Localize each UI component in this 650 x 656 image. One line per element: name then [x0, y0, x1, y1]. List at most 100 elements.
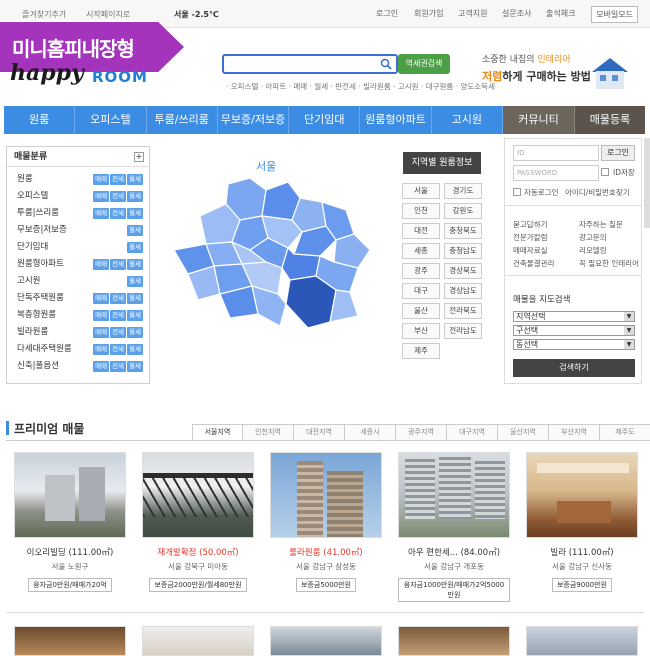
search-icon[interactable] [380, 58, 392, 70]
region-button[interactable]: 충청북도 [444, 223, 482, 239]
category-tag[interactable]: 전세 [110, 361, 127, 372]
nav-tworoom[interactable]: 투룸/쓰리룸 [147, 106, 218, 134]
region-button[interactable]: 경상남도 [444, 283, 482, 299]
category-tag[interactable]: 전세 [110, 174, 127, 185]
find-account-link[interactable]: 아이디/비밀번호찾기 [565, 187, 630, 198]
password-field[interactable]: PASSWORD [513, 165, 599, 181]
listing-title[interactable]: 아우 편한세... (84.00㎡) [396, 546, 512, 558]
category-item[interactable]: 오피스텔 매매 전세 월세 [7, 188, 149, 205]
premium-tab[interactable]: 인천지역 [243, 424, 294, 441]
search-keywords[interactable]: · 오피스텔 · 아파트 · 매매 · 월세 · 반전세 · 빌라원룸 · 고시… [226, 81, 495, 92]
region-info-button[interactable]: 지역별 원룸정보 [403, 152, 481, 174]
faq-link[interactable]: 자주하는 질문 [579, 219, 623, 230]
category-tag[interactable]: 월세 [127, 225, 143, 236]
category-tag[interactable]: 전세 [110, 327, 127, 338]
homepage-link[interactable]: 시작페이지로 [86, 9, 130, 20]
premium-tab[interactable]: 부산지역 [549, 424, 600, 441]
category-tag[interactable]: 월세 [127, 327, 143, 338]
nav-community[interactable]: 커뮤니티 [502, 106, 575, 134]
category-tag[interactable]: 매매 [93, 361, 110, 372]
listing-card[interactable]: 이오리빌딩 (111.00㎡) 서울 노원구 융자금0만원/매매가20억 [12, 452, 128, 592]
listing-title[interactable]: 이오리빌딩 (111.00㎡) [12, 546, 128, 558]
region-select[interactable]: 지역선택 [513, 311, 635, 322]
map-search-button[interactable]: 검색하기 [513, 359, 635, 377]
site-logo-sub[interactable]: ROOM [92, 68, 148, 86]
category-tag[interactable]: 매매 [93, 191, 110, 202]
category-item[interactable]: 고시원 월세 [7, 273, 149, 290]
nav-register[interactable]: 매물등록 [574, 106, 645, 134]
category-tag[interactable]: 전세 [110, 310, 127, 321]
premium-tab[interactable]: 광주지역 [396, 424, 447, 441]
qa-link[interactable]: 묻고답하기 [513, 219, 548, 230]
category-tag[interactable]: 월세 [127, 208, 143, 219]
category-item[interactable]: 단기임대 월세 [7, 239, 149, 256]
category-tag[interactable]: 전세 [110, 208, 127, 219]
scrollbar[interactable] [644, 138, 650, 228]
remodel-link[interactable]: 리모델링 [579, 245, 607, 256]
region-button[interactable]: 경기도 [444, 183, 482, 199]
region-button[interactable]: 부산 [402, 323, 440, 339]
map-district[interactable] [251, 285, 287, 327]
category-tag[interactable]: 월세 [127, 293, 143, 304]
category-item[interactable]: 단독주택원룸 매매 전세 월세 [7, 290, 149, 307]
nav-oneroom[interactable]: 원룸 [4, 106, 76, 134]
site-logo[interactable]: happy [10, 60, 84, 86]
category-tag[interactable]: 월세 [127, 242, 143, 253]
category-item[interactable]: 투룸|쓰리룸 매매 전세 월세 [7, 205, 149, 222]
auto-login-checkbox[interactable] [513, 188, 521, 196]
region-button[interactable]: 세종 [402, 243, 440, 259]
premium-tab[interactable]: 대구지역 [447, 424, 498, 441]
id-field[interactable]: ID [513, 145, 599, 161]
category-tag[interactable]: 매매 [93, 327, 110, 338]
region-button[interactable]: 전라남도 [444, 323, 482, 339]
category-tag[interactable]: 월세 [127, 276, 143, 287]
signup-link[interactable]: 회원가입 [414, 8, 443, 19]
listing-photo[interactable] [14, 452, 126, 538]
category-tag[interactable]: 월세 [127, 310, 143, 321]
premium-tab[interactable]: 서울지역 [192, 424, 243, 441]
category-tag[interactable]: 월세 [127, 361, 143, 372]
category-item[interactable]: 원룸형아파트 매매 전세 월세 [7, 256, 149, 273]
search-input[interactable] [222, 54, 398, 74]
column-link[interactable]: 전문가칼럼 [513, 232, 548, 243]
nav-officetel[interactable]: 오피스텔 [75, 106, 147, 134]
category-tag[interactable]: 월세 [127, 191, 143, 202]
region-button[interactable]: 전라북도 [444, 303, 482, 319]
listing-photo[interactable] [526, 626, 638, 656]
listing-photo[interactable] [142, 626, 254, 656]
seoul-district-map[interactable] [170, 176, 390, 336]
listing-photo[interactable] [270, 452, 382, 538]
premium-tab[interactable]: 제주도 [600, 424, 650, 441]
region-button[interactable]: 광주 [402, 263, 440, 279]
support-link[interactable]: 고객지원 [458, 8, 487, 19]
category-tag[interactable]: 매매 [93, 344, 110, 355]
login-button[interactable]: 로그인 [601, 145, 635, 161]
save-id-checkbox[interactable] [601, 168, 609, 176]
region-button[interactable]: 강원도 [444, 203, 482, 219]
listing-card[interactable]: 룰라원룸 (41.00㎡) 서울 강남구 삼성동 보증금5000만원 [268, 452, 384, 592]
category-tag[interactable]: 월세 [127, 174, 143, 185]
category-item[interactable]: 다세대주택원룸 매매 전세 월세 [7, 341, 149, 358]
mobile-mode-button[interactable]: 모바일모드 [591, 6, 638, 23]
premium-tab[interactable]: 대전지역 [294, 424, 345, 441]
listing-title[interactable]: 빌라 (111.00㎡) [524, 546, 640, 558]
category-item[interactable]: 복층형원룸 매매 전세 월세 [7, 307, 149, 324]
region-button[interactable]: 제주 [402, 343, 440, 359]
building-link[interactable]: 건축물결관리 [513, 258, 554, 269]
category-tag[interactable]: 전세 [110, 191, 127, 202]
listing-card[interactable]: 재개발확정 (50.00㎡) 서울 강북구 미아동 보증금2000만원/월세80… [140, 452, 256, 592]
listing-photo[interactable] [270, 626, 382, 656]
listing-photo[interactable] [398, 626, 510, 656]
category-tag[interactable]: 매매 [93, 259, 110, 270]
attendance-link[interactable]: 출석체크 [546, 8, 575, 19]
category-item[interactable]: 원룸 매매 전세 월세 [7, 171, 149, 188]
category-tag[interactable]: 전세 [110, 259, 127, 270]
region-button[interactable]: 서울 [402, 183, 440, 199]
category-tag[interactable]: 월세 [127, 344, 143, 355]
listing-photo[interactable] [142, 452, 254, 538]
region-button[interactable]: 울산 [402, 303, 440, 319]
listing-title[interactable]: 재개발확정 (50.00㎡) [140, 546, 256, 558]
listing-card[interactable]: 빌라 (111.00㎡) 서울 강남구 신사동 보증금9000만원 [524, 452, 640, 592]
listing-title[interactable]: 룰라원룸 (41.00㎡) [268, 546, 384, 558]
category-item[interactable]: 무보증|저보증 월세 [7, 222, 149, 239]
